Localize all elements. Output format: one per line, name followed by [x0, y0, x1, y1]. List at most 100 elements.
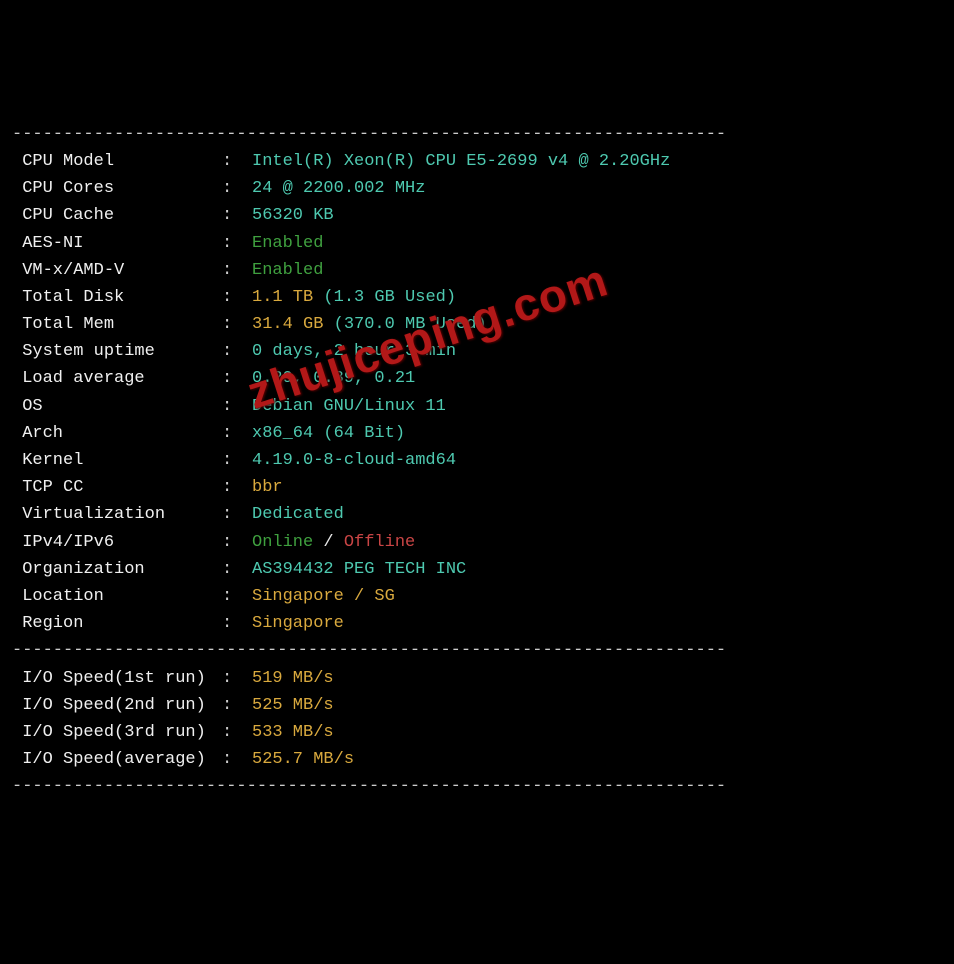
colon-separator: :: [222, 311, 252, 338]
info-label: IPv4/IPv6: [12, 529, 222, 556]
info-value: 525 MB/s: [252, 692, 334, 719]
value-part: bbr: [252, 478, 283, 497]
terminal-output: ----------------------------------------…: [12, 121, 942, 801]
info-value: 525.7 MB/s: [252, 746, 354, 773]
colon-separator: :: [222, 447, 252, 474]
info-label: Organization: [12, 556, 222, 583]
colon-separator: :: [222, 529, 252, 556]
info-value: Debian GNU/Linux 11: [252, 393, 446, 420]
info-label: Kernel: [12, 447, 222, 474]
info-value: 24 @ 2200.002 MHz: [252, 175, 425, 202]
colon-separator: :: [222, 230, 252, 257]
info-value: Dedicated: [252, 501, 344, 528]
info-label: CPU Model: [12, 148, 222, 175]
colon-separator: :: [222, 202, 252, 229]
colon-separator: :: [222, 148, 252, 175]
value-part: Debian GNU/Linux 11: [252, 397, 446, 416]
colon-separator: :: [222, 692, 252, 719]
info-row-4: VM-x/AMD-V: Enabled: [12, 257, 942, 284]
info-row-16: Location: Singapore / SG: [12, 583, 942, 610]
info-row-12: TCP CC: bbr: [12, 474, 942, 501]
info-value: x86_64 (64 Bit): [252, 420, 405, 447]
info-value: 4.19.0-8-cloud-amd64: [252, 447, 456, 474]
info-value: Intel(R) Xeon(R) CPU E5-2699 v4 @ 2.20GH…: [252, 148, 670, 175]
info-row-io-1: I/O Speed(2nd run): 525 MB/s: [12, 692, 942, 719]
info-row-8: Load average: 0.29, 0.39, 0.21: [12, 365, 942, 392]
info-value: 0.29, 0.39, 0.21: [252, 365, 415, 392]
info-row-3: AES-NI: Enabled: [12, 230, 942, 257]
info-row-6: Total Mem: 31.4 GB (370.0 MB Used): [12, 311, 942, 338]
info-value: 519 MB/s: [252, 665, 334, 692]
colon-separator: :: [222, 665, 252, 692]
info-row-15: Organization: AS394432 PEG TECH INC: [12, 556, 942, 583]
value-part: x86_64 (64 Bit): [252, 424, 405, 443]
colon-separator: :: [222, 393, 252, 420]
colon-separator: :: [222, 719, 252, 746]
value-part: /: [313, 533, 344, 552]
info-value: 533 MB/s: [252, 719, 334, 746]
info-value: 31.4 GB (370.0 MB Used): [252, 311, 487, 338]
info-label: Total Disk: [12, 284, 222, 311]
info-label: Load average: [12, 365, 222, 392]
value-part: Intel(R) Xeon(R) CPU E5-2699 v4 @ 2.20GH…: [252, 152, 670, 171]
info-row-13: Virtualization: Dedicated: [12, 501, 942, 528]
info-label: I/O Speed(3rd run): [12, 719, 222, 746]
value-part: AS394432 PEG TECH INC: [252, 560, 466, 579]
colon-separator: :: [222, 583, 252, 610]
info-value: 56320 KB: [252, 202, 334, 229]
info-value: 0 days, 2 hour 3 min: [252, 338, 456, 365]
info-row-10: Arch: x86_64 (64 Bit): [12, 420, 942, 447]
info-value: bbr: [252, 474, 283, 501]
value-part: 56320 KB: [252, 206, 334, 225]
value-part: (1.3 GB Used): [323, 288, 456, 307]
info-label: I/O Speed(2nd run): [12, 692, 222, 719]
info-label: CPU Cache: [12, 202, 222, 229]
info-row-1: CPU Cores: 24 @ 2200.002 MHz: [12, 175, 942, 202]
info-value: AS394432 PEG TECH INC: [252, 556, 466, 583]
info-label: System uptime: [12, 338, 222, 365]
value-part: Singapore / SG: [252, 587, 395, 606]
value-part: 533 MB/s: [252, 723, 334, 742]
colon-separator: :: [222, 257, 252, 284]
info-value: Enabled: [252, 230, 323, 257]
divider-line: ----------------------------------------…: [12, 637, 942, 664]
info-row-5: Total Disk: 1.1 TB (1.3 GB Used): [12, 284, 942, 311]
info-value: Enabled: [252, 257, 323, 284]
info-label: I/O Speed(1st run): [12, 665, 222, 692]
info-label: OS: [12, 393, 222, 420]
value-part: 0.29, 0.39, 0.21: [252, 369, 415, 388]
value-part: (370.0 MB Used): [334, 315, 487, 334]
colon-separator: :: [222, 284, 252, 311]
colon-separator: :: [222, 338, 252, 365]
divider-line: ----------------------------------------…: [12, 773, 942, 800]
info-row-17: Region: Singapore: [12, 610, 942, 637]
value-part: 519 MB/s: [252, 669, 334, 688]
value-part: 4.19.0-8-cloud-amd64: [252, 451, 456, 470]
value-part: Online: [252, 533, 313, 552]
colon-separator: :: [222, 365, 252, 392]
colon-separator: :: [222, 556, 252, 583]
info-row-7: System uptime: 0 days, 2 hour 3 min: [12, 338, 942, 365]
colon-separator: :: [222, 746, 252, 773]
value-part: 525 MB/s: [252, 696, 334, 715]
info-value: 1.1 TB (1.3 GB Used): [252, 284, 456, 311]
info-label: Arch: [12, 420, 222, 447]
value-part: 525.7 MB/s: [252, 750, 354, 769]
info-row-11: Kernel: 4.19.0-8-cloud-amd64: [12, 447, 942, 474]
info-label: Location: [12, 583, 222, 610]
value-part: 24 @ 2200.002 MHz: [252, 179, 425, 198]
colon-separator: :: [222, 474, 252, 501]
colon-separator: :: [222, 420, 252, 447]
info-value: Singapore: [252, 610, 344, 637]
info-row-io-0: I/O Speed(1st run): 519 MB/s: [12, 665, 942, 692]
info-label: Total Mem: [12, 311, 222, 338]
value-part: 0 days, 2 hour 3 min: [252, 342, 456, 361]
value-part: Enabled: [252, 234, 323, 253]
info-row-9: OS: Debian GNU/Linux 11: [12, 393, 942, 420]
value-part: Enabled: [252, 261, 323, 280]
info-row-14: IPv4/IPv6: Online / Offline: [12, 529, 942, 556]
value-part: 31.4 GB: [252, 315, 334, 334]
colon-separator: :: [222, 610, 252, 637]
divider-line: ----------------------------------------…: [12, 121, 942, 148]
info-label: Region: [12, 610, 222, 637]
